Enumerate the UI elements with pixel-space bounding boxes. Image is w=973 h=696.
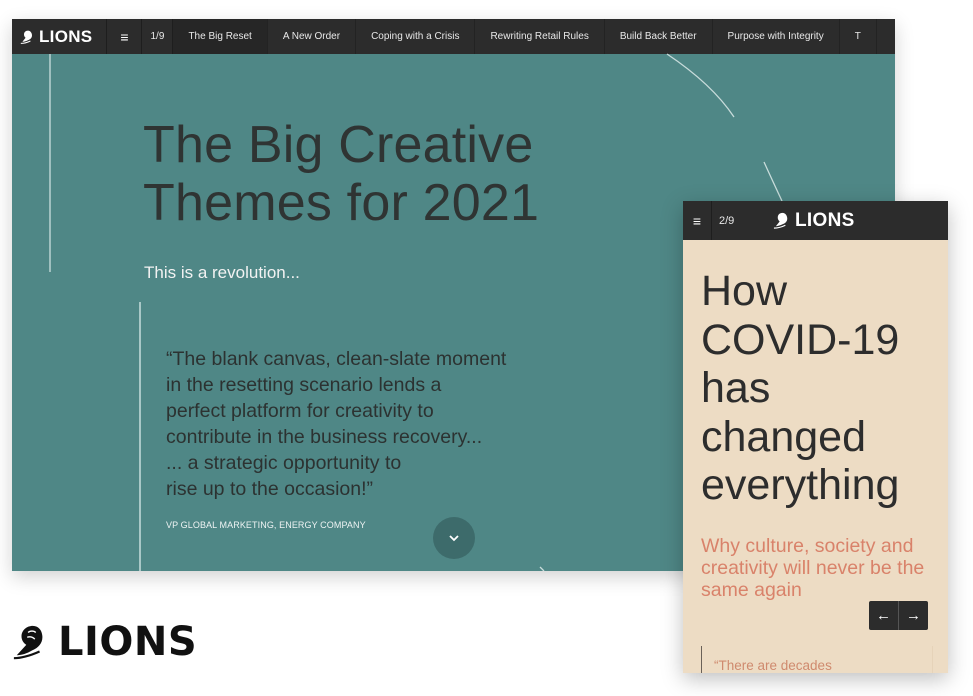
pager-arrows: ← →	[869, 601, 928, 630]
mobile-logo[interactable]: LIONS	[773, 201, 855, 240]
mobile-subtitle: Why culture, society and creativity will…	[701, 535, 925, 601]
quote-line: ... a strategic opportunity to	[166, 452, 402, 474]
title-line: Themes for 2021	[143, 174, 540, 232]
brand-logo: LIONS	[12, 619, 197, 665]
lion-logo-icon	[773, 212, 788, 229]
title-line: changed	[701, 412, 866, 461]
title-line: everything	[701, 461, 900, 509]
mobile-quote-box: “There are decades	[701, 646, 933, 673]
arrow-left-icon[interactable]: ←	[869, 601, 898, 630]
quote-attribution: VP GLOBAL MARKETING, ENERGY COMPANY	[166, 520, 366, 530]
hamburger-menu-icon[interactable]: ≡	[683, 201, 712, 240]
quote-line: perfect platform for creativity to	[166, 400, 434, 422]
logo-text: LIONS	[795, 209, 855, 231]
page-subtitle: This is a revolution...	[144, 263, 300, 282]
quote-line: contribute in the business recovery...	[166, 426, 483, 448]
lion-logo-icon	[13, 625, 43, 660]
title-line: COVID-19	[701, 315, 900, 364]
mobile-quote-preview: “There are decades	[714, 658, 832, 673]
quote-rule	[139, 302, 141, 571]
brand-logo-text: LIONS	[58, 619, 198, 665]
page-counter: 2/9	[719, 214, 735, 227]
chevron-down-icon	[449, 535, 459, 542]
page-title: The Big Creative Themes for 2021	[143, 116, 539, 232]
title-line: How	[701, 267, 788, 315]
mobile-page-preview: ≡ 2/9 LIONS How COVID-19 has changed eve…	[683, 201, 948, 673]
arrow-right-icon[interactable]: →	[898, 601, 928, 630]
pull-quote: “The blank canvas, clean-slate moment in…	[166, 346, 566, 502]
title-line: has	[701, 364, 771, 412]
quote-line: “The blank canvas, clean-slate moment	[166, 348, 507, 370]
quote-line: rise up to the occasion!”	[166, 478, 374, 500]
title-line: The Big Creative	[143, 116, 534, 174]
mobile-page-title: How COVID-19 has changed everything	[701, 267, 899, 510]
mobile-top-nav: ≡ 2/9 LIONS	[683, 201, 948, 240]
scroll-down-button[interactable]	[433, 517, 475, 559]
quote-line: in the resetting scenario lends a	[166, 374, 442, 396]
